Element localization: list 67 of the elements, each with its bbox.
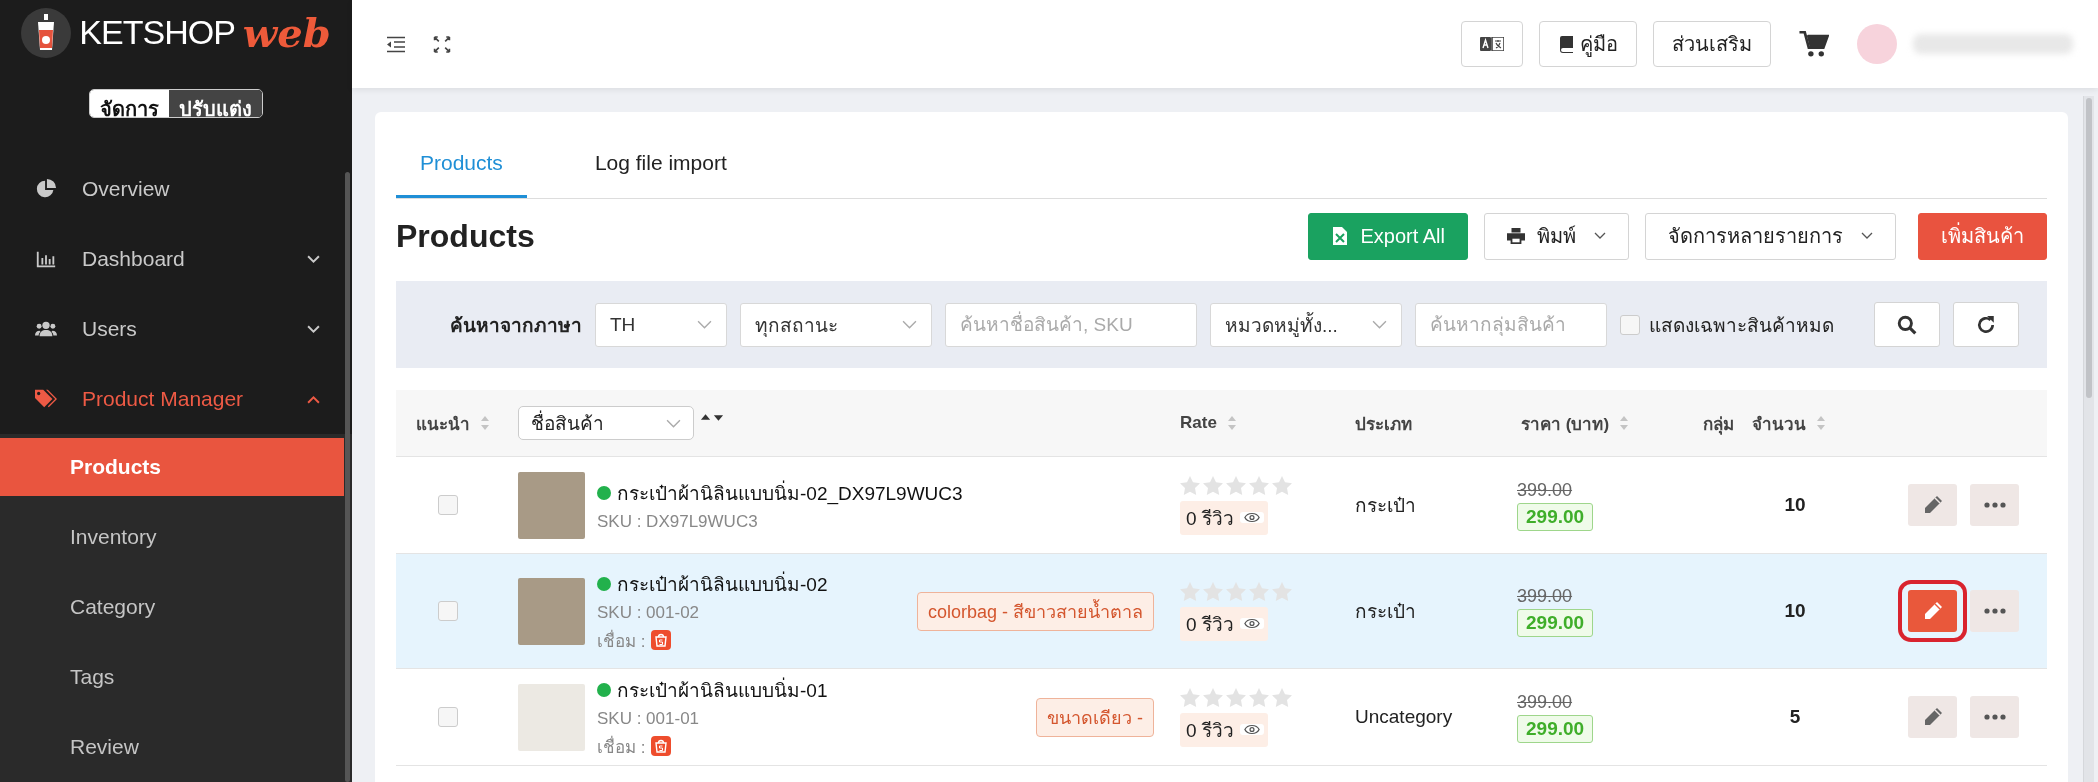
variant-tag: colorbag - สีขาวสายน้ำตาล [916,591,1154,631]
sidebar-subitem[interactable]: Products [0,438,344,496]
sidebar-item[interactable]: Overview [0,154,352,224]
sidebar-item-label: Overview [82,177,171,201]
sidebar-subitem[interactable]: Review [0,712,344,782]
sidebar-item-label: Dashboard [82,247,186,271]
review-count-badge[interactable]: 0 รีวิว [1180,500,1268,535]
product-sku: SKU : 001-02 [597,602,701,623]
linked-label: เชื่อม : [597,628,646,653]
category-text: Uncategory [1354,706,1453,727]
filter-label: ค้นหาจากภาษา [450,313,582,338]
review-count-badge[interactable]: 0 รีวิว [1180,606,1268,641]
table-row[interactable]: กระเป๋าผ้านิลินแบบนิ่ม-01 SKU : 001-01 เชื่อม : ขนาดเดียว - 0 รีวิว Uncategory 399.00 299.00 5 [396,669,2047,766]
quantity-text: 10 [1784,494,1806,516]
product-name[interactable]: กระเป๋าผ้านิลินแบบนิ่ม-02 [617,568,828,599]
sidebar-item-label: Users [82,317,138,341]
sidebar-item-label: Product Manager [82,387,245,411]
filter-search-field[interactable]: ค้นหาชื่อสินค้า, SKU [945,302,1197,347]
column-header: กลุ่ม [1703,413,1734,437]
quantity-text: 10 [1784,600,1806,622]
product-sku: SKU : DX97L9WUC3 [597,512,759,532]
quantity-text: 5 [1789,706,1801,728]
filter-select[interactable]: TH [595,302,727,347]
table-row[interactable]: กระเป๋าผ้านิลินแบบนิ่ม-02_DX97L9WUC3 SKU : DX97L9WUC3 0 รีวิว กระเป๋า 399.00 299.00 10 [396,457,2047,554]
sidebar-item[interactable]: Users [0,294,352,364]
sidebar-item[interactable]: Dashboard [0,224,352,294]
tab[interactable]: Products [396,151,527,198]
product-sku: SKU : 001-01 [597,708,701,729]
category-text: กระเป๋า [1354,601,1416,622]
category-text: กระเป๋า [1354,495,1416,516]
sort-field-select[interactable]: ชื่อสินค้า [518,406,694,440]
brand-name: KETSHOP [79,13,235,52]
sale-price: 299.00 [1517,502,1594,531]
column-header: แนะนำ [416,413,470,436]
original-price: 399.00 [1517,691,1573,713]
brand-suffix: web [242,9,331,56]
mode-toggle-option[interactable]: จัดการ [90,90,169,117]
product-name[interactable]: กระเป๋าผ้านิลินแบบนิ่ม-01 [617,674,828,705]
filter-select[interactable]: ทุกสถานะ [740,302,932,347]
product-name[interactable]: กระเป๋าผ้านิลินแบบนิ่ม-02_DX97L9WUC3 [617,478,963,508]
sidebar-subitem[interactable]: Inventory [0,502,344,572]
variant-tag: ขนาดเดียว - [1036,697,1154,737]
bulk-actions-dropdown[interactable]: จัดการหลายรายการ [1645,212,1896,260]
column-header: ประเภท [1355,413,1412,436]
sale-price: 299.00 [1517,714,1594,743]
sale-price: 299.00 [1517,608,1594,637]
table-row[interactable]: กระเป๋าผ้านิลินแบบนิ่ม-02 SKU : 001-02 เชื่อม : colorbag - สีขาวสายน้ำตาล 0 รีวิว กระเป๋า 399.00 299.00 10 [396,554,2047,669]
sidebar-subitem[interactable]: Category [0,572,344,642]
original-price: 399.00 [1517,585,1573,607]
header-button[interactable]: ส่วนเสริม [1653,21,1771,67]
checkbox-label: แสดงเฉพาะสินค้าหมด [1649,313,1834,338]
filter-search-field[interactable]: ค้นหากลุ่มสินค้า [1415,302,1607,347]
original-price: 399.00 [1517,479,1573,501]
mode-toggle-option[interactable]: ปรับแต่ง [169,90,262,117]
linked-label: เชื่อม : [597,734,646,759]
column-header: Rate [1180,413,1217,433]
filter-select[interactable]: หมวดหมู่ทั้ง... [1210,302,1402,347]
sidebar-item[interactable]: Product Manager [0,364,352,434]
column-header: จำนวน [1752,413,1806,436]
review-count-badge[interactable]: 0 รีวิว [1180,712,1268,747]
header-button[interactable]: คู่มือ [1539,21,1637,67]
column-header: ราคา (บาท) [1521,413,1610,436]
sidebar-subitem[interactable]: Tags [0,642,344,712]
page-title: Products [396,217,535,255]
print-dropdown-button[interactable]: พิมพ์ [1484,212,1629,260]
tab[interactable]: Log file import [570,151,751,198]
add-product-button[interactable]: เพิ่มสินค้า [1918,212,2047,260]
